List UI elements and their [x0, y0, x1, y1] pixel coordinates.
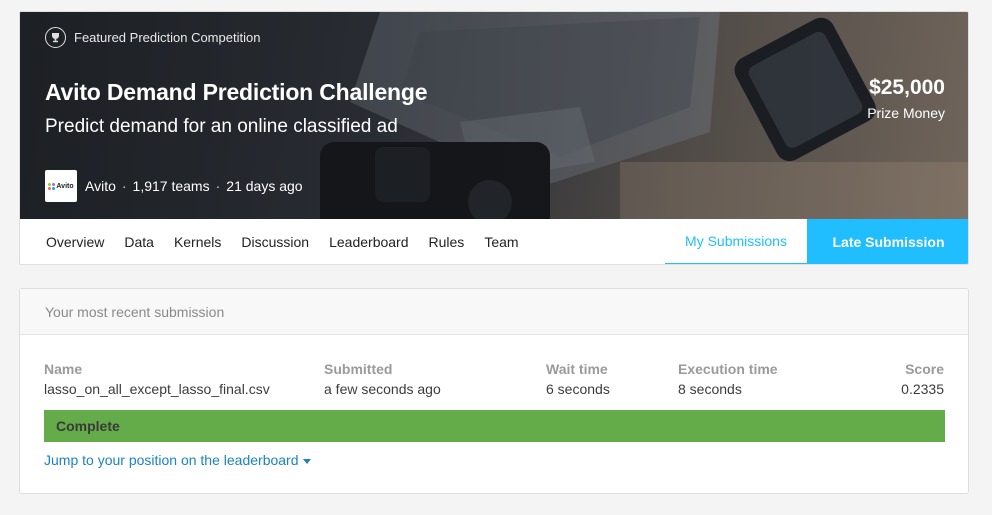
submitted-value: a few seconds ago [324, 381, 441, 397]
score-value: 0.2335 [901, 381, 944, 397]
host-logo-text: Avito [56, 182, 74, 190]
nav-tabs: Overview Data Kernels Discussion Leaderb… [46, 234, 539, 250]
competition-type-tag: Featured Prediction Competition [45, 27, 260, 48]
tab-kernels[interactable]: Kernels [174, 234, 221, 250]
tab-team[interactable]: Team [484, 234, 518, 250]
caret-down-icon [302, 458, 311, 464]
competition-header: Featured Prediction Competition Avito De… [19, 11, 969, 265]
tab-my-submissions[interactable]: My Submissions [665, 219, 807, 264]
host-logo-dots [48, 182, 56, 190]
meta-separator: · [121, 178, 127, 194]
wait-time-column: Wait time 6 seconds [546, 361, 610, 397]
tab-data[interactable]: Data [124, 234, 154, 250]
logo-dot [48, 186, 52, 190]
execution-time-column: Execution time 8 seconds [678, 361, 778, 397]
tab-leaderboard[interactable]: Leaderboard [329, 234, 408, 250]
hero-banner: Featured Prediction Competition Avito De… [20, 12, 968, 219]
team-count: 1,917 teams [132, 178, 210, 194]
logo-dot [48, 182, 52, 186]
competition-title: Avito Demand Prediction Challenge [45, 79, 428, 105]
competition-type-label: Featured Prediction Competition [74, 30, 261, 45]
competition-meta: Avito Avito · 1,917 teams · 21 days ago [45, 170, 303, 202]
host-name[interactable]: Avito [85, 178, 116, 194]
wait-time-label: Wait time [546, 361, 608, 377]
execution-time-value: 8 seconds [678, 381, 742, 397]
submission-name-column: Name lasso_on_all_except_lasso_final.csv [44, 361, 270, 397]
competition-age: 21 days ago [226, 178, 303, 194]
meta-separator: · [215, 178, 221, 194]
tab-rules[interactable]: Rules [429, 234, 465, 250]
status-bar: Complete [44, 410, 945, 442]
score-column: Score 0.2335 [901, 361, 944, 397]
late-submission-button[interactable]: Late Submission [807, 219, 968, 264]
jump-to-leaderboard-link[interactable]: Jump to your position on the leaderboard [44, 452, 311, 468]
submitted-column: Submitted a few seconds ago [324, 361, 441, 397]
submission-card-body: Name lasso_on_all_except_lasso_final.csv… [20, 335, 968, 494]
competition-subtitle: Predict demand for an online classified … [45, 116, 398, 137]
recent-submission-card: Your most recent submission Name lasso_o… [19, 288, 969, 494]
wait-time-value: 6 seconds [546, 381, 610, 397]
prize-label: Prize Money [867, 105, 945, 121]
logo-dot [52, 182, 56, 186]
nav-actions: My Submissions Late Submission [665, 219, 968, 264]
tab-overview[interactable]: Overview [46, 234, 104, 250]
host-logo[interactable]: Avito [45, 170, 77, 202]
file-name: lasso_on_all_except_lasso_final.csv [44, 381, 270, 397]
competition-nav: Overview Data Kernels Discussion Leaderb… [20, 219, 968, 264]
execution-time-label: Execution time [678, 361, 778, 377]
submitted-label: Submitted [324, 361, 393, 377]
jump-link-label: Jump to your position on the leaderboard [44, 452, 299, 468]
prize-block: $25,000 Prize Money [867, 76, 945, 121]
score-label: Score [905, 361, 944, 377]
tab-discussion[interactable]: Discussion [241, 234, 309, 250]
submission-card-header: Your most recent submission [20, 289, 968, 335]
name-label: Name [44, 361, 83, 377]
trophy-icon [45, 27, 66, 48]
logo-dot [52, 186, 56, 190]
prize-amount: $25,000 [869, 76, 945, 99]
